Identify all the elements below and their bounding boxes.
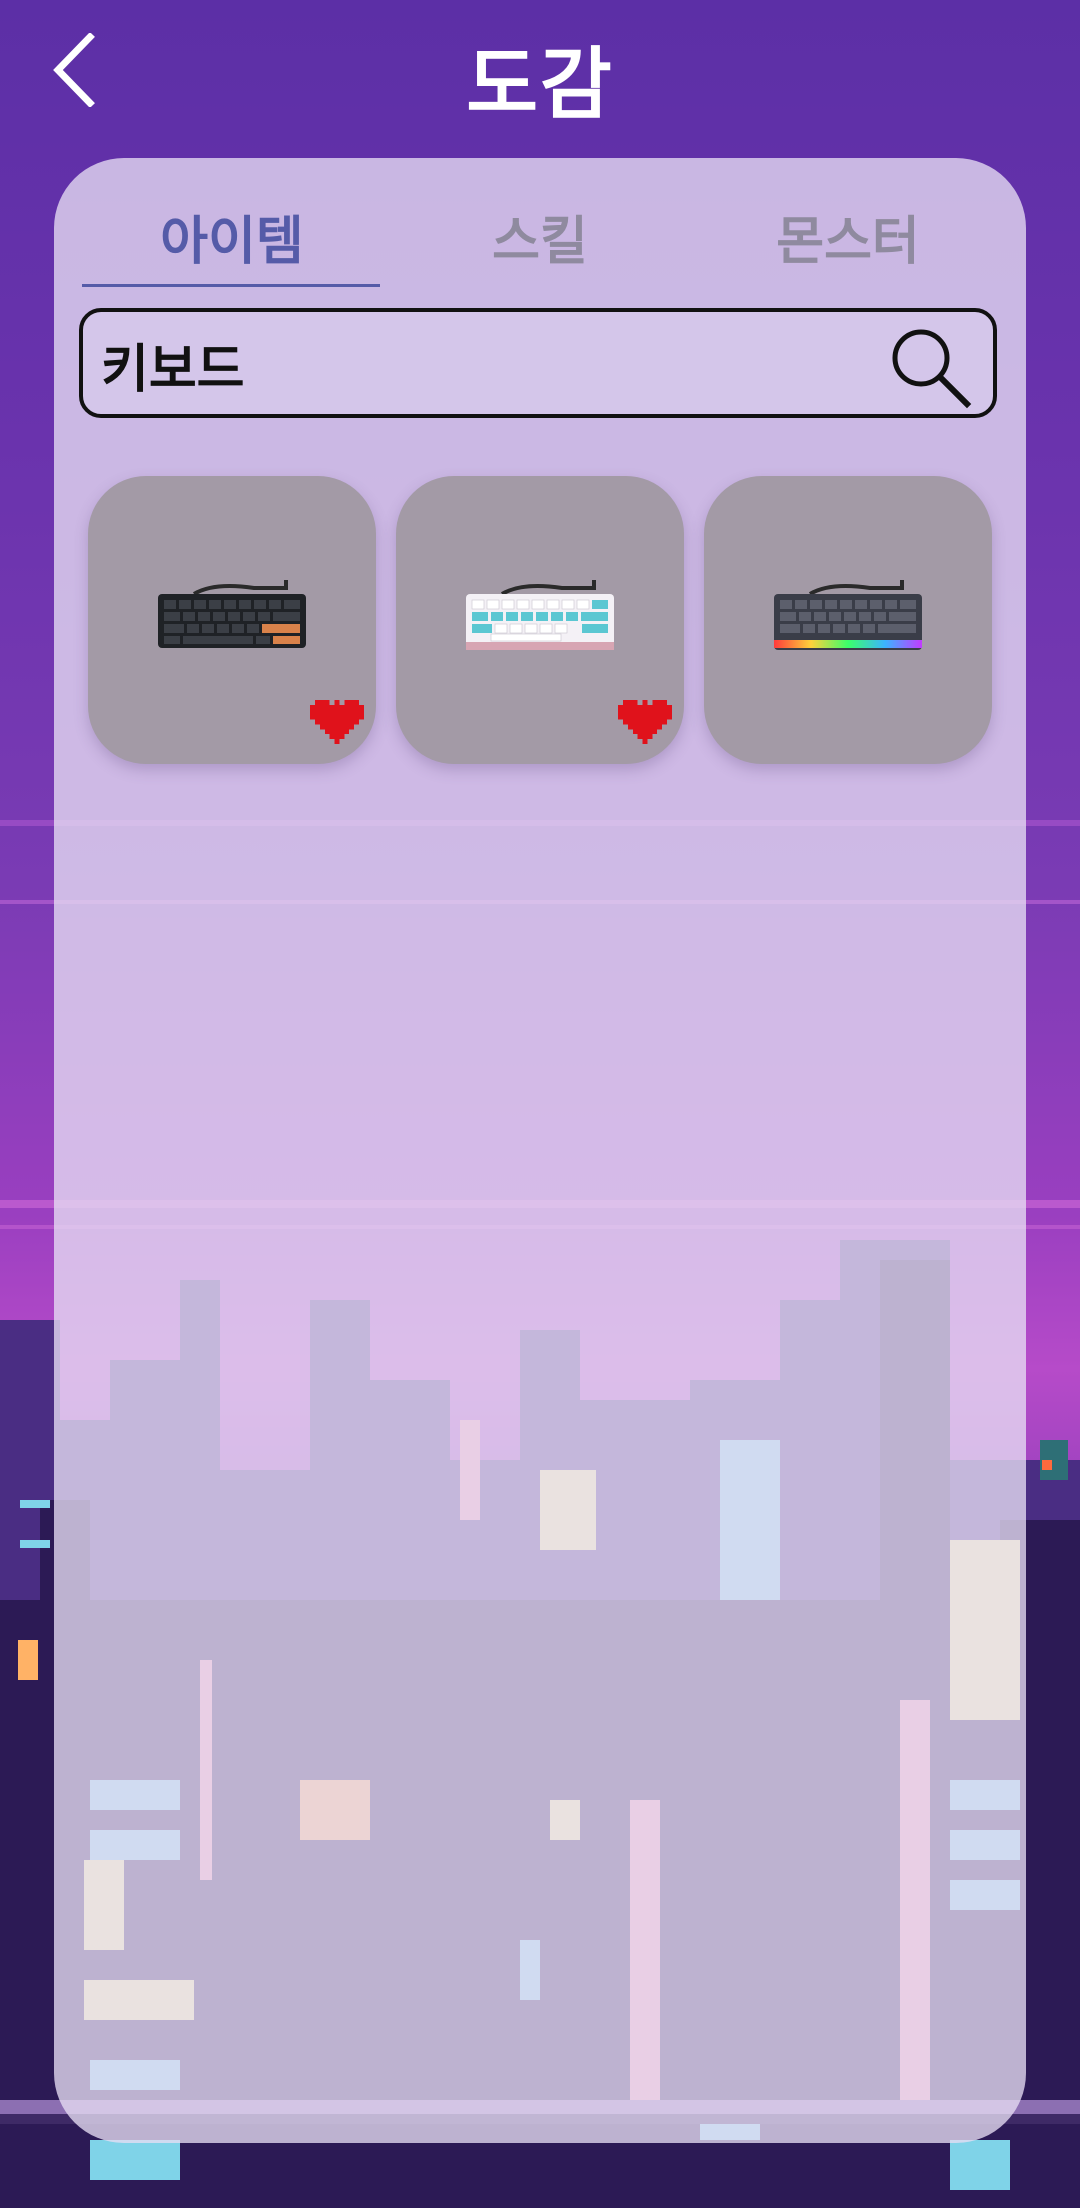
- tab-active-indicator: [82, 284, 380, 287]
- tab-items[interactable]: 아이템: [82, 188, 382, 284]
- item-card[interactable]: [704, 476, 992, 764]
- tab-skills[interactable]: 스킬: [390, 188, 690, 284]
- item-grid: [88, 476, 992, 766]
- search-input[interactable]: [99, 322, 863, 406]
- heart-icon: [618, 700, 672, 744]
- keyboard-cyan-white-icon: [466, 580, 614, 650]
- search-icon[interactable]: [885, 322, 975, 412]
- keyboard-black-icon: [158, 580, 306, 648]
- app-header: 도감: [0, 0, 1080, 150]
- search-box: [79, 308, 997, 418]
- item-card[interactable]: [88, 476, 376, 764]
- item-card[interactable]: [396, 476, 684, 764]
- collection-panel: 아이템 스킬 몬스터: [54, 158, 1026, 2143]
- tab-monsters[interactable]: 몬스터: [698, 188, 998, 284]
- heart-icon: [310, 700, 364, 744]
- tab-bar: 아이템 스킬 몬스터: [82, 188, 998, 287]
- keyboard-rgb-icon: [774, 580, 922, 650]
- page-title: 도감: [466, 40, 614, 130]
